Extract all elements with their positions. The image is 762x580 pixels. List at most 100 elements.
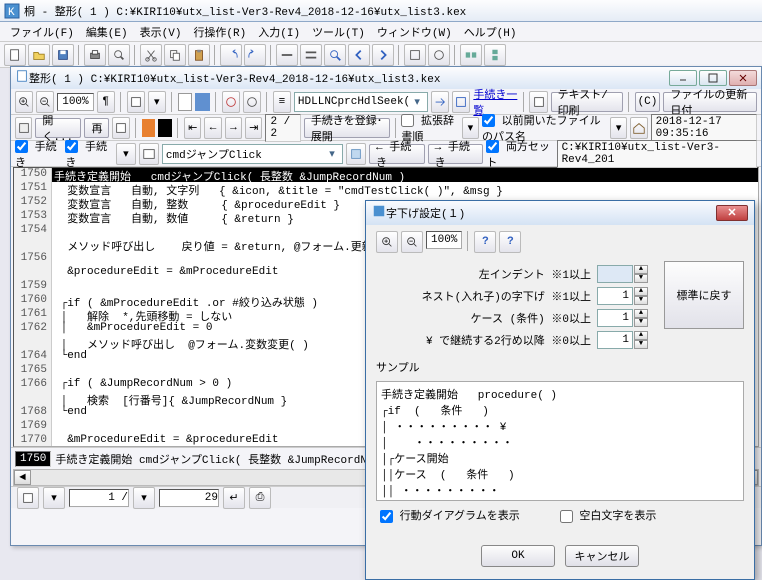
tool-icon[interactable] xyxy=(276,44,298,66)
menu-line[interactable]: 行操作(R) xyxy=(187,22,252,42)
status-icon-d[interactable]: ⎙ xyxy=(249,487,271,509)
menu-view[interactable]: 表示(V) xyxy=(134,22,188,42)
prev-proc-button[interactable]: ← 手続き xyxy=(369,144,425,164)
tool-j-button[interactable]: (C) xyxy=(635,92,661,112)
back-icon[interactable]: ← xyxy=(204,117,221,139)
status-field-1[interactable] xyxy=(69,489,129,507)
scroll-left-icon[interactable]: ◄ xyxy=(14,470,31,485)
tool-p-icon[interactable] xyxy=(139,143,159,165)
tool-a-icon[interactable]: ¶ xyxy=(97,91,115,113)
case-input[interactable] xyxy=(597,309,633,327)
open-button[interactable]: 開く... xyxy=(35,118,81,138)
tool-l-icon[interactable] xyxy=(112,117,129,139)
dlg-zoom-in-icon[interactable] xyxy=(376,231,398,253)
color-swatch-white[interactable] xyxy=(178,93,193,111)
dialog-close-button[interactable]: ✕ xyxy=(716,205,748,221)
paste-icon[interactable] xyxy=(188,44,210,66)
cancel-button[interactable]: キャンセル xyxy=(565,545,639,567)
tool3-icon[interactable] xyxy=(404,44,426,66)
tool6-icon[interactable] xyxy=(484,44,506,66)
maximize-button[interactable] xyxy=(699,70,727,86)
preview-icon[interactable] xyxy=(108,44,130,66)
spin-up[interactable]: ▲ xyxy=(634,265,648,274)
tool-c-icon[interactable]: ▾ xyxy=(148,91,166,113)
redo-icon[interactable] xyxy=(244,44,266,66)
proc-check-1[interactable]: 手続き xyxy=(15,138,62,170)
dlg-help-icon[interactable]: ? xyxy=(474,231,496,253)
menu-edit[interactable]: 編集(E) xyxy=(80,22,134,42)
save-icon[interactable] xyxy=(52,44,74,66)
color-swatch-black[interactable] xyxy=(158,119,172,137)
search-icon[interactable] xyxy=(324,44,346,66)
tool-g-icon[interactable] xyxy=(431,91,449,113)
home-icon[interactable] xyxy=(630,117,647,139)
proc-check-2[interactable]: 手続き xyxy=(65,138,112,170)
color-swatch-blue[interactable] xyxy=(195,93,210,111)
dlg-zoom-field[interactable]: 100% xyxy=(426,231,462,249)
status-field-2[interactable] xyxy=(159,489,219,507)
last-icon[interactable]: ⇥ xyxy=(245,117,262,139)
spin-up[interactable]: ▲ xyxy=(634,287,648,296)
tool-m-icon[interactable]: ▾ xyxy=(462,117,479,139)
new-icon[interactable] xyxy=(4,44,26,66)
diagram-check[interactable]: 行動ダイアグラムを表示 xyxy=(380,507,520,523)
reload-button[interactable]: 再 xyxy=(84,118,109,138)
menu-tool[interactable]: ツール(T) xyxy=(306,22,371,42)
open-icon[interactable] xyxy=(28,44,50,66)
tool4-icon[interactable] xyxy=(428,44,450,66)
menu-file[interactable]: ファイル(F) xyxy=(4,22,80,42)
menu-help[interactable]: ヘルプ(H) xyxy=(458,22,523,42)
status-icon-a[interactable] xyxy=(17,487,39,509)
cut-icon[interactable] xyxy=(140,44,162,66)
spin-down[interactable]: ▼ xyxy=(634,340,648,349)
next-icon[interactable] xyxy=(372,44,394,66)
prev-icon[interactable] xyxy=(348,44,370,66)
tool-d-icon[interactable] xyxy=(222,91,240,113)
color-swatch-orange[interactable] xyxy=(142,119,156,137)
combo-function[interactable]: HDLLNCprcHdlSeek(▾ xyxy=(294,92,428,112)
left-indent-input[interactable] xyxy=(597,265,633,283)
zoom-field[interactable]: 100% xyxy=(57,93,93,111)
minimize-button[interactable] xyxy=(669,70,697,86)
copy-icon[interactable] xyxy=(164,44,186,66)
status-icon-b[interactable]: ▾ xyxy=(43,487,65,509)
tool-o-icon[interactable]: ▾ xyxy=(116,143,136,165)
whitespace-check[interactable]: 空白文字を表示 xyxy=(560,507,657,523)
status-go-icon[interactable]: ↵ xyxy=(223,487,245,509)
spin-up[interactable]: ▲ xyxy=(634,331,648,340)
dialog-titlebar[interactable]: 字下げ設定(１) ✕ xyxy=(366,201,754,225)
tool-f-icon[interactable]: ≡ xyxy=(273,91,291,113)
combo-proc[interactable]: cmdジャンプClick▾ xyxy=(162,144,343,164)
tool-e-icon[interactable] xyxy=(243,91,261,113)
tool-n-icon[interactable]: ▾ xyxy=(610,117,627,139)
menu-input[interactable]: 入力(I) xyxy=(252,22,306,42)
zoom-in-icon[interactable] xyxy=(15,91,33,113)
tool-b-icon[interactable] xyxy=(127,91,145,113)
spin-down[interactable]: ▼ xyxy=(634,296,648,305)
dlg-zoom-out-icon[interactable] xyxy=(401,231,423,253)
print-icon[interactable] xyxy=(84,44,106,66)
status-icon-c[interactable]: ▾ xyxy=(133,487,155,509)
spin-up[interactable]: ▲ xyxy=(634,309,648,318)
tool5-icon[interactable] xyxy=(460,44,482,66)
tool-q-icon[interactable] xyxy=(346,143,366,165)
next-proc-button[interactable]: → 手続き xyxy=(428,144,484,164)
tool-h-icon[interactable] xyxy=(452,91,470,113)
dlg-help2-icon[interactable]: ? xyxy=(499,231,521,253)
tool-i-icon[interactable] xyxy=(529,91,547,113)
spin-down[interactable]: ▼ xyxy=(634,274,648,283)
fwd-icon[interactable]: → xyxy=(225,117,242,139)
tool-k-icon[interactable] xyxy=(15,117,32,139)
zoom-out-icon[interactable] xyxy=(36,91,54,113)
ok-button[interactable]: OK xyxy=(481,545,555,567)
file-date-button[interactable]: ファイルの更新日付 xyxy=(663,92,757,112)
undo-icon[interactable] xyxy=(220,44,242,66)
spin-down[interactable]: ▼ xyxy=(634,318,648,327)
close-button[interactable] xyxy=(729,70,757,86)
menu-window[interactable]: ウィンドウ(W) xyxy=(371,22,458,42)
register-proc-button[interactable]: 手続きを登録･展開 xyxy=(304,118,390,138)
nest-input[interactable] xyxy=(597,287,633,305)
tool2-icon[interactable] xyxy=(300,44,322,66)
cont-input[interactable] xyxy=(597,331,633,349)
first-icon[interactable]: ⇤ xyxy=(184,117,201,139)
